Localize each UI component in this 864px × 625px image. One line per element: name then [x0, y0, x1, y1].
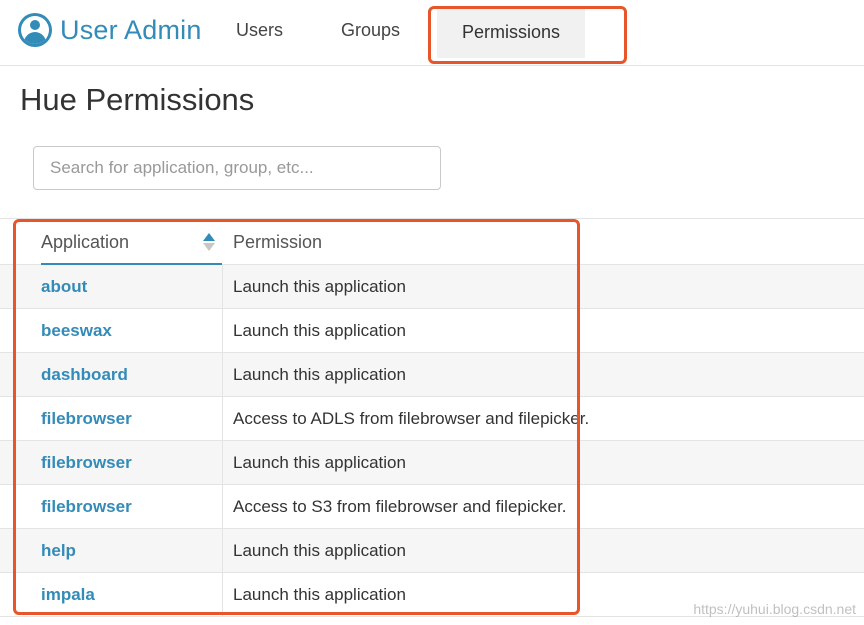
sort-arrows-icon[interactable] — [203, 233, 215, 251]
table-row: filebrowser Access to S3 from filebrowse… — [0, 485, 864, 529]
user-circle-icon — [18, 13, 52, 47]
nav-groups[interactable]: Groups — [341, 0, 400, 60]
permission-text: Launch this application — [233, 277, 406, 296]
permission-text: Access to ADLS from filebrowser and file… — [233, 409, 590, 428]
permissions-table: Application Permission about Launch this… — [0, 218, 864, 617]
permission-text: Launch this application — [233, 453, 406, 472]
watermark: https://yuhui.blog.csdn.net — [693, 601, 856, 617]
table-row: filebrowser Launch this application — [0, 441, 864, 485]
table-row: help Launch this application — [0, 529, 864, 573]
app-link[interactable]: beeswax — [41, 309, 112, 353]
brand-title: User Admin — [60, 14, 202, 45]
app-link[interactable]: filebrowser — [41, 485, 132, 529]
top-navbar: User Admin Users Groups Permissions — [0, 0, 864, 66]
table-header: Application Permission — [0, 219, 864, 265]
app-link[interactable]: help — [41, 529, 76, 573]
table-row: dashboard Launch this application — [0, 353, 864, 397]
table-row: filebrowser Access to ADLS from filebrow… — [0, 397, 864, 441]
permission-text: Launch this application — [233, 321, 406, 340]
permission-text: Access to S3 from filebrowser and filepi… — [233, 497, 567, 516]
search-input[interactable] — [33, 146, 441, 190]
table-row: about Launch this application — [0, 265, 864, 309]
brand[interactable]: User Admin — [18, 12, 202, 48]
app-link[interactable]: about — [41, 265, 87, 309]
table-row: beeswax Launch this application — [0, 309, 864, 353]
page-title: Hue Permissions — [20, 82, 255, 117]
permission-text: Launch this application — [233, 585, 406, 604]
permission-text: Launch this application — [233, 365, 406, 384]
nav-users[interactable]: Users — [236, 0, 283, 60]
column-header-application[interactable]: Application — [41, 219, 222, 265]
app-link[interactable]: impala — [41, 573, 95, 617]
app-link[interactable]: filebrowser — [41, 397, 132, 441]
column-header-permission[interactable]: Permission — [233, 219, 322, 265]
nav-permissions[interactable]: Permissions — [437, 6, 585, 58]
permission-text: Launch this application — [233, 541, 406, 560]
app-link[interactable]: filebrowser — [41, 441, 132, 485]
app-link[interactable]: dashboard — [41, 353, 128, 397]
